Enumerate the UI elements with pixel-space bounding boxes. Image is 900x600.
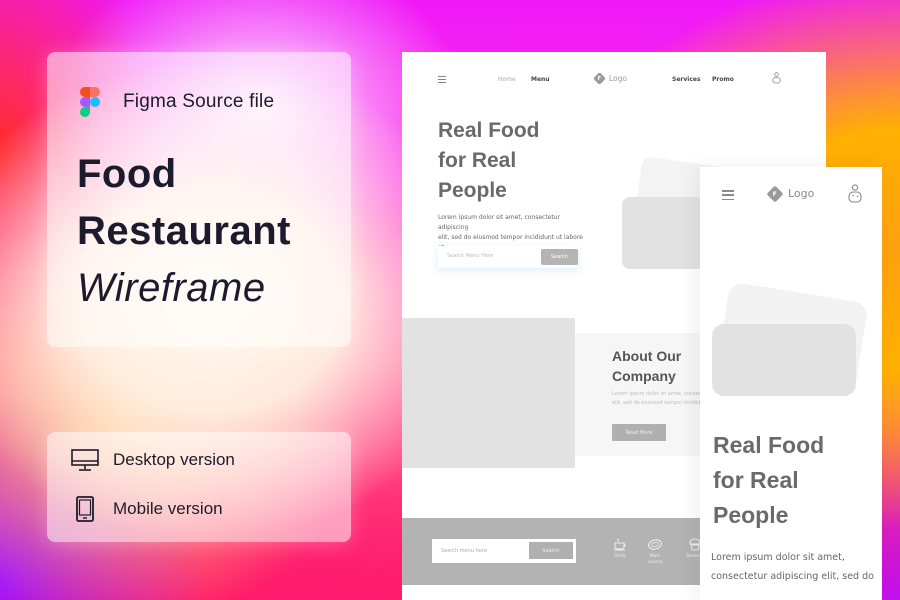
hamburger-icon[interactable] — [722, 190, 734, 200]
menu-search-box: Search menu here Search — [432, 539, 576, 563]
logo-diamond-icon: F — [593, 72, 606, 85]
desktop-hero-title: Real Food for Real People — [438, 119, 540, 202]
about-title: About Our Company — [612, 348, 682, 384]
user-icon[interactable] — [848, 184, 862, 208]
mobile-wireframe: F Logo Real Food for Real People Lorem i… — [700, 167, 882, 600]
desktop-nav: Home Menu F Logo Services Promo — [402, 70, 826, 90]
nav-link-services[interactable]: Services — [672, 76, 701, 83]
promo-title-line-3: Wireframe — [77, 266, 266, 310]
mobile-phone-icon — [71, 496, 99, 522]
logo-text: Logo — [609, 74, 627, 83]
mobile-hero-title: Real Food for Real People — [713, 432, 825, 528]
desktop-version-item: Desktop version — [71, 449, 235, 471]
logo-text: Logo — [788, 187, 815, 200]
mobile-version-item: Mobile version — [71, 496, 223, 522]
category-main-course[interactable]: Main course — [639, 538, 671, 566]
hero-image-placeholder — [712, 324, 856, 396]
promo-title-line-2: Restaurant — [77, 209, 291, 253]
figma-source-label: Figma Source file — [123, 91, 275, 112]
figma-logo-icon — [80, 87, 100, 117]
nav-link-menu[interactable]: Menu — [531, 76, 550, 83]
menu-search-button[interactable]: Search — [529, 542, 573, 559]
read-more-button[interactable]: Read More — [612, 424, 666, 441]
mobile-hero-text: Lorem ipsum dolor sit amet, consectetur … — [711, 552, 874, 582]
mobile-version-label: Mobile version — [113, 499, 223, 518]
menu-search-input[interactable]: Search menu here — [441, 548, 487, 554]
main-course-plate-icon — [648, 539, 662, 550]
nav-link-home[interactable]: Home — [498, 76, 516, 83]
hero-search-button[interactable]: Search — [541, 249, 578, 265]
hamburger-icon[interactable] — [438, 76, 446, 83]
logo[interactable]: F Logo — [593, 72, 627, 85]
desktop-monitor-icon — [71, 449, 99, 471]
figma-source-row: Figma Source file — [80, 87, 274, 117]
drink-cup-icon — [614, 538, 626, 551]
nav-link-promo[interactable]: Promo — [712, 76, 734, 83]
versions-card: Desktop version Mobile version — [47, 432, 351, 542]
logo[interactable]: F Logo — [766, 185, 815, 202]
hero-search-input[interactable]: Search Menu Here — [447, 253, 493, 259]
about-text: Lorem ipsum dolor sit amet, consectetur … — [612, 391, 712, 406]
promo-title-card: Figma Source file Food Restaurant Wirefr… — [47, 52, 351, 347]
user-icon[interactable] — [772, 72, 781, 86]
logo-diamond-icon: F — [766, 185, 784, 202]
category-drink[interactable]: Drink — [604, 538, 636, 560]
about-image-placeholder — [402, 318, 575, 468]
desktop-version-label: Desktop version — [113, 450, 235, 469]
desktop-hero-search: Search Menu Here Search — [438, 246, 578, 268]
promo-title-line-1: Food — [77, 152, 177, 196]
